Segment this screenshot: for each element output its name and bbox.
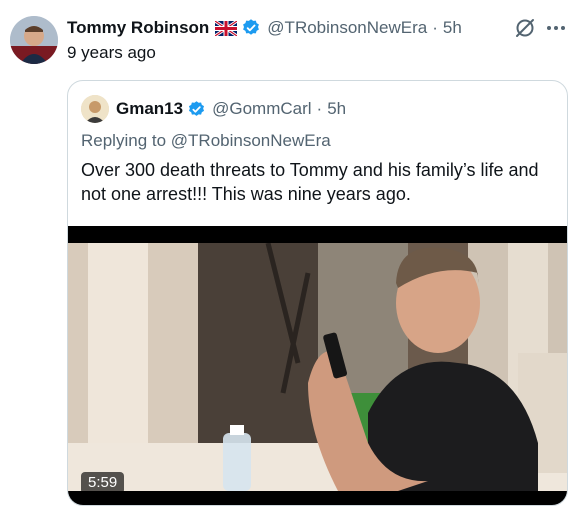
separator-dot: · xyxy=(316,99,323,118)
tweet-time[interactable]: 5h xyxy=(443,18,462,38)
uk-flag-icon xyxy=(215,20,238,36)
replying-to-line: Replying to @TRobinsonNewEra xyxy=(81,131,331,151)
video-player[interactable]: 5:59 xyxy=(68,226,567,505)
quoted-tweet-header: Gman13 @GommCarl · 5h xyxy=(81,95,346,123)
video-duration-badge: 5:59 xyxy=(81,472,125,494)
replying-to-prefix: Replying to xyxy=(81,131,171,150)
quoted-tweet-card[interactable]: Gman13 @GommCarl · 5h Replying to @TRobi… xyxy=(67,80,568,506)
verified-badge-icon xyxy=(189,100,205,116)
tweet-text: 9 years ago xyxy=(67,43,156,62)
verified-badge-icon xyxy=(243,19,260,35)
quoted-author-name[interactable]: Gman13 xyxy=(116,99,183,119)
replying-to-mention[interactable]: @TRobinsonNewEra xyxy=(171,131,331,150)
grok-icon[interactable] xyxy=(513,16,537,40)
video-thumbnail xyxy=(68,243,567,491)
quoted-author-handle[interactable]: @GommCarl xyxy=(212,99,311,119)
separator-dot: · xyxy=(432,18,438,37)
author-avatar[interactable] xyxy=(10,16,58,64)
quoted-tweet-time[interactable]: 5h xyxy=(327,99,346,119)
author-name[interactable]: Tommy Robinson xyxy=(67,18,209,38)
tweet-header: Tommy Robinson @TRobinsonNewEra · 5h xyxy=(67,16,565,40)
quoted-tweet-text: Over 300 death threats to Tommy and his … xyxy=(81,160,539,204)
quoted-author-avatar[interactable] xyxy=(81,95,109,123)
more-options-icon[interactable] xyxy=(543,16,569,40)
author-handle[interactable]: @TRobinsonNewEra xyxy=(267,18,427,38)
